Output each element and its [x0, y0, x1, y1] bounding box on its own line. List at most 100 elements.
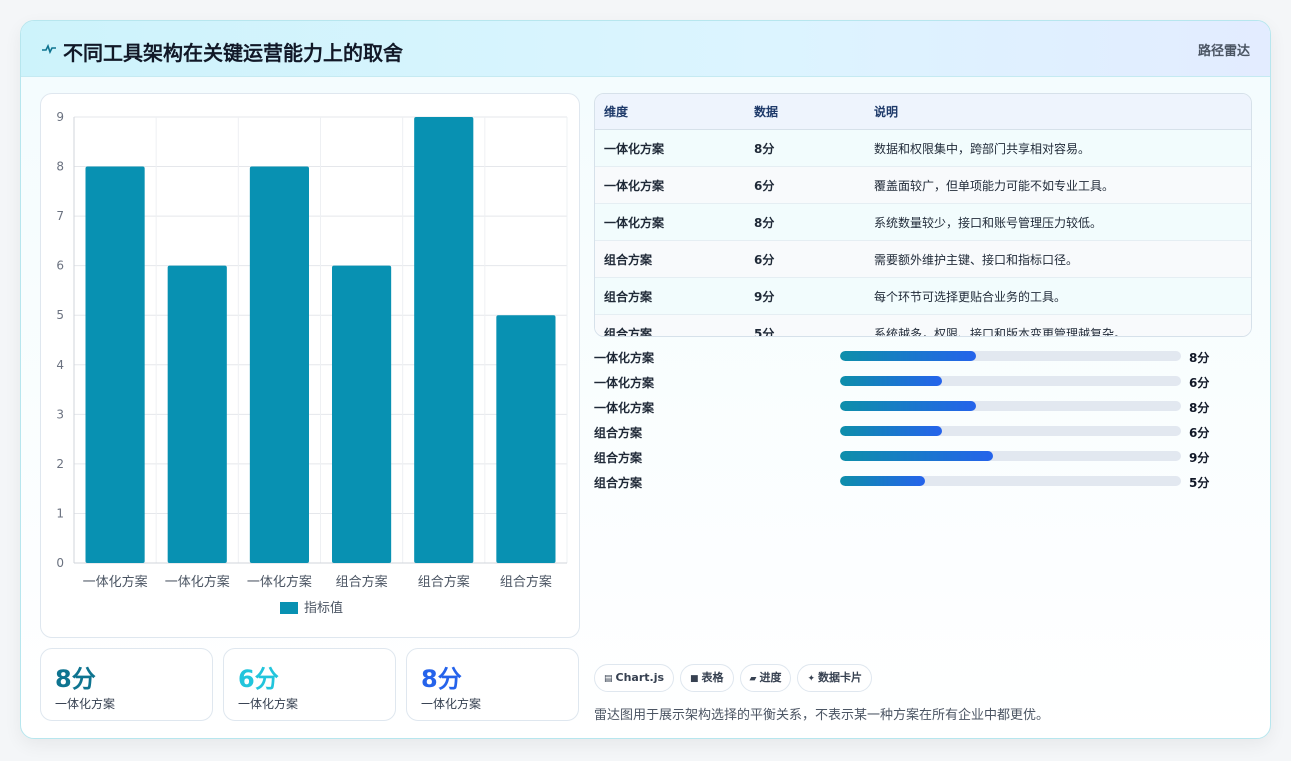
pill-label: 进度	[759, 671, 782, 684]
progress-label: 一体化方案	[594, 401, 655, 415]
y-tick-label: 8	[56, 160, 64, 174]
cell-dimension: 一体化方案	[595, 166, 753, 204]
progress-row: 一体化方案 6分	[594, 372, 1250, 397]
column-header: 维度	[595, 94, 753, 130]
bar-chart: 0 1 2 3 4 5 6 7 8 9 一体化方案 一体化方案 一体化方案 组合方案 组合方案 组合方案指标值	[56, 110, 568, 616]
progress-track	[840, 401, 1181, 411]
x-tick-label: 组合方案	[500, 574, 552, 590]
table-row: 组合方案 9分 每个环节可选择更贴合业务的工具。	[595, 277, 1251, 315]
cell-description: 需要额外维护主键、接口和指标口径。	[873, 240, 1251, 278]
stat-value: 6分	[238, 665, 279, 693]
data-table: 维度 数据 说明 一体化方案 8分 数据和权限集中，跨部门共享相对容易。 一体化方案 6…	[594, 93, 1252, 337]
card-header: 不同工具架构在关键运营能力上的取舍 路径雷达	[21, 21, 1270, 77]
column-header: 说明	[873, 94, 1251, 130]
chart-icon: ▤	[604, 674, 613, 684]
stat-value: 8分	[421, 665, 462, 693]
progress-track	[840, 476, 1181, 486]
progress-label: 一体化方案	[594, 376, 655, 390]
progress-value: 6分	[1189, 426, 1210, 440]
x-tick-label: 一体化方案	[247, 574, 312, 590]
pill-label: Chart.js	[615, 671, 665, 684]
progress-track	[840, 351, 1181, 361]
table-row: 组合方案 6分 需要额外维护主键、接口和指标口径。	[595, 240, 1251, 278]
cell-description: 系统越多，权限、接口和版本变更管理越复杂。	[873, 314, 1251, 336]
x-tick-label: 组合方案	[418, 574, 470, 590]
stat-card-2: 6分 一体化方案	[223, 648, 396, 721]
x-tick-label: 一体化方案	[165, 574, 230, 590]
pill-sparkle: ✦ 数据卡片	[797, 664, 873, 692]
x-tick-label: 组合方案	[336, 574, 388, 590]
progress-label: 组合方案	[594, 451, 643, 465]
header-tag: 路径雷达	[1197, 44, 1250, 59]
legend-label: 指标值	[304, 600, 343, 616]
progress-row: 一体化方案 8分	[594, 397, 1250, 422]
progress-label: 组合方案	[594, 426, 643, 440]
y-tick-label: 9	[56, 110, 64, 124]
stat-label: 一体化方案	[421, 697, 482, 711]
progress-fill	[840, 351, 977, 361]
sparkle-icon: ✦	[807, 674, 816, 684]
progress-value: 8分	[1189, 351, 1210, 365]
cell-description: 覆盖面较广，但单项能力可能不如专业工具。	[873, 166, 1251, 204]
cell-description: 数据和权限集中，跨部门共享相对容易。	[873, 129, 1251, 167]
bar	[496, 315, 556, 563]
progress-track	[840, 451, 1181, 461]
progress-row: 组合方案 6分	[594, 422, 1250, 447]
bar	[249, 166, 309, 564]
pill-label: 表格	[701, 671, 724, 684]
progress-list: 一体化方案 8分 一体化方案 6分 一体化方案 8分 组合方案 6分 组合方案 9分 组合方案 5分	[594, 347, 1250, 497]
progress-fill	[840, 376, 943, 386]
cell-dimension: 组合方案	[595, 277, 753, 315]
progress-label: 一体化方案	[594, 351, 655, 365]
progress-track	[840, 426, 1181, 436]
y-tick-label: 6	[56, 259, 64, 273]
feature-pills: ▤ Chart.js ■ 表格 ▰ 进度 ✦ 数据卡片	[594, 664, 878, 692]
pill-progress: ▰ 进度	[739, 664, 792, 692]
footnote: 雷达图用于展示架构选择的平衡关系，不表示某一种方案在所有企业中都更优。	[594, 708, 1050, 723]
y-tick-label: 4	[56, 358, 64, 372]
page-title: 不同工具架构在关键运营能力上的取舍	[63, 41, 403, 65]
y-tick-label: 3	[56, 407, 64, 421]
progress-row: 一体化方案 8分	[594, 347, 1250, 372]
progress-value: 5分	[1189, 476, 1210, 490]
progress-fill	[840, 451, 994, 461]
table-icon: ■	[690, 674, 699, 684]
dashboard-card: 不同工具架构在关键运营能力上的取舍 路径雷达 0 1 2 3 4 5 6 7 8 9 一体化方案 一体…	[20, 20, 1271, 739]
stat-label: 一体化方案	[238, 697, 299, 711]
y-tick-label: 0	[56, 556, 64, 570]
stat-label: 一体化方案	[55, 697, 116, 711]
progress-fill	[840, 476, 926, 486]
cell-dimension: 一体化方案	[595, 203, 753, 241]
cell-score: 6分	[753, 166, 873, 204]
cell-description: 每个环节可选择更贴合业务的工具。	[873, 277, 1251, 315]
progress-label: 组合方案	[594, 476, 643, 490]
cell-score: 6分	[753, 240, 873, 278]
progress-value: 6分	[1189, 376, 1210, 390]
pill-table: ■ 表格	[680, 664, 734, 692]
progress-fill	[840, 426, 943, 436]
cell-score: 8分	[753, 203, 873, 241]
cell-score: 8分	[753, 129, 873, 167]
cell-dimension: 一体化方案	[595, 129, 753, 167]
bar	[167, 265, 227, 563]
table-row: 组合方案 5分 系统越多，权限、接口和版本变更管理越复杂。	[595, 314, 1251, 336]
y-tick-label: 7	[56, 209, 64, 223]
progress-row: 组合方案 9分	[594, 447, 1250, 472]
cell-score: 9分	[753, 277, 873, 315]
bar	[414, 117, 474, 563]
progress-row: 组合方案 5分	[594, 472, 1250, 497]
pulse-icon	[42, 43, 56, 55]
x-tick-label: 一体化方案	[83, 574, 148, 590]
cell-dimension: 组合方案	[595, 240, 753, 278]
table-row: 一体化方案 8分 数据和权限集中，跨部门共享相对容易。	[595, 129, 1251, 167]
bar	[332, 265, 392, 563]
y-tick-label: 1	[56, 506, 64, 520]
progress-track	[840, 376, 1181, 386]
column-header: 数据	[753, 94, 873, 130]
legend-swatch	[280, 602, 298, 614]
pill-label: 数据卡片	[818, 671, 863, 684]
pill-chart: ▤ Chart.js	[594, 664, 675, 692]
progress-value: 8分	[1189, 401, 1210, 415]
progress-value: 9分	[1189, 451, 1210, 465]
table-header-row: 维度 数据 说明	[595, 94, 1251, 130]
